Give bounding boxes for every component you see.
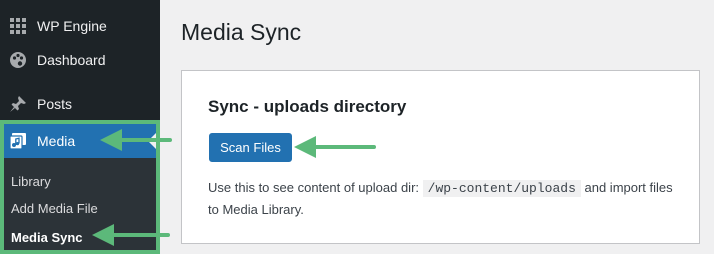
submenu-item-library[interactable]: Library (11, 174, 51, 189)
media-icon (8, 131, 28, 151)
arrow-to-scan-button-icon (294, 136, 376, 158)
scan-files-button[interactable]: Scan Files (209, 133, 292, 162)
sidebar-item-posts[interactable]: Posts (0, 87, 160, 121)
palette-icon (8, 50, 28, 70)
sidebar-item-dashboard[interactable]: Dashboard (0, 43, 160, 77)
sidebar-item-label: WP Engine (37, 18, 107, 34)
arrow-to-media-sync-icon (92, 224, 170, 246)
sidebar-item-label: Dashboard (37, 52, 106, 68)
pin-icon (8, 94, 28, 114)
submenu-item-add-media-file[interactable]: Add Media File (11, 201, 98, 216)
panel-description: Use this to see content of upload dir: /… (208, 177, 678, 220)
panel-title: Sync - uploads directory (208, 97, 407, 116)
grid-icon (8, 16, 28, 36)
page-title: Media Sync (181, 19, 302, 45)
sidebar-item-wp-engine[interactable]: WP Engine (0, 9, 160, 43)
sidebar-item-label: Media (37, 133, 76, 149)
sidebar-item-label: Posts (37, 96, 73, 112)
submenu-item-media-sync[interactable]: Media Sync (11, 230, 83, 245)
sync-panel: Sync - uploads directory Scan Files Use … (181, 70, 700, 244)
upload-path-code: /wp-content/uploads (422, 180, 581, 197)
description-text: Use this to see content of upload dir: (208, 180, 420, 195)
arrow-to-media-icon (100, 129, 172, 151)
